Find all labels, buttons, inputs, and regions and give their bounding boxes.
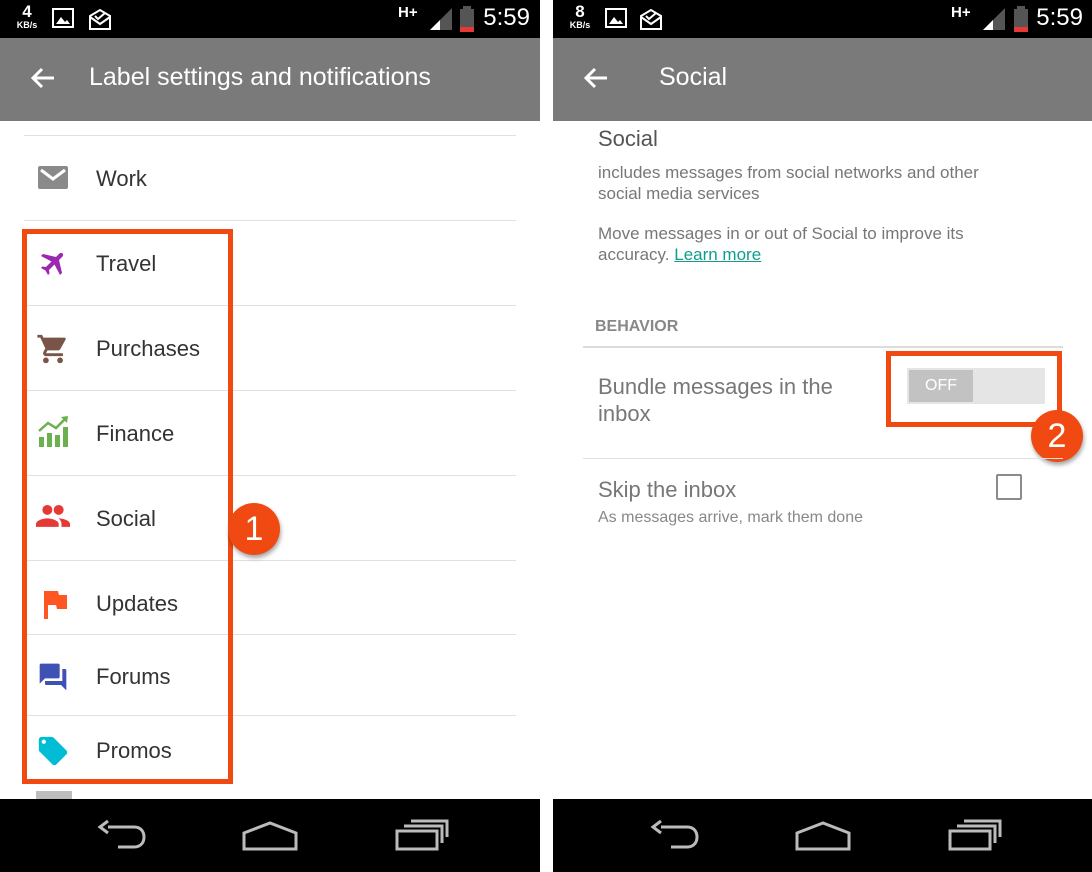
app-bar: Social <box>553 38 1092 121</box>
description-line-1: includes messages from social networks a… <box>598 163 979 182</box>
description-line-2: social media services <box>598 184 760 203</box>
signal-icon <box>983 8 1005 30</box>
data-speed: 8 KB/s <box>569 2 591 30</box>
skip-inbox-label: Skip the inbox <box>598 477 737 502</box>
section-divider <box>583 346 1063 348</box>
left-phone-screen: 4 KB/s H+ 5:59 Label settings and notifi… <box>0 0 540 872</box>
clock: 5:59 <box>1036 4 1083 31</box>
nav-bar <box>553 799 1092 872</box>
behavior-header: BEHAVIOR <box>595 318 679 335</box>
bundle-label-line-1: Bundle messages in the <box>598 374 833 399</box>
bundle-label-line-2: inbox <box>598 401 651 426</box>
battery-icon <box>460 6 474 32</box>
mail-check-icon <box>89 8 111 30</box>
recent-apps-icon[interactable] <box>394 819 450 851</box>
home-nav-icon[interactable] <box>794 821 852 851</box>
network-type: H+ <box>398 4 418 21</box>
label-item-name: Work <box>96 166 147 191</box>
signal-icon <box>430 8 452 30</box>
back-arrow-icon[interactable] <box>30 66 56 90</box>
home-nav-icon[interactable] <box>241 821 299 851</box>
status-bar: 8 KB/s H+ 5:59 <box>553 0 1092 38</box>
back-nav-icon[interactable] <box>647 819 701 851</box>
image-icon <box>52 8 74 28</box>
callout-badge-2: 2 <box>1031 410 1083 462</box>
nav-bar <box>0 799 540 872</box>
recent-apps-icon[interactable] <box>947 819 1003 851</box>
status-bar: 4 KB/s H+ 5:59 <box>0 0 540 38</box>
data-speed: 4 KB/s <box>16 2 38 30</box>
app-bar: Label settings and notifications <box>0 38 540 121</box>
skip-inbox-checkbox[interactable] <box>996 474 1022 500</box>
page-title: Social <box>659 63 728 91</box>
back-arrow-icon[interactable] <box>583 66 609 90</box>
network-type: H+ <box>951 4 971 21</box>
battery-icon <box>1014 6 1028 32</box>
clipped-list-item <box>36 791 72 799</box>
improve-text-line-1: Move messages in or out of Social to imp… <box>598 224 964 243</box>
inbox-icon <box>38 166 68 189</box>
section-title: Social <box>598 126 658 151</box>
highlight-box-toggle <box>886 351 1062 427</box>
screen-separator <box>540 0 553 872</box>
image-icon <box>605 8 627 28</box>
right-phone-screen: 8 KB/s H+ 5:59 Social Social includes me… <box>553 0 1092 872</box>
highlight-box-labels <box>22 229 233 784</box>
improve-text-line-2: accuracy. Learn more <box>598 245 762 264</box>
skip-inbox-subtext: As messages arrive, mark them done <box>598 509 863 526</box>
learn-more-link[interactable]: Learn more <box>674 245 761 264</box>
back-nav-icon[interactable] <box>94 819 148 851</box>
page-title: Label settings and notifications <box>89 63 431 91</box>
label-item-work[interactable]: Work <box>24 136 516 221</box>
mail-check-icon <box>640 8 662 30</box>
callout-badge-1: 1 <box>228 503 280 555</box>
clock: 5:59 <box>483 4 530 31</box>
